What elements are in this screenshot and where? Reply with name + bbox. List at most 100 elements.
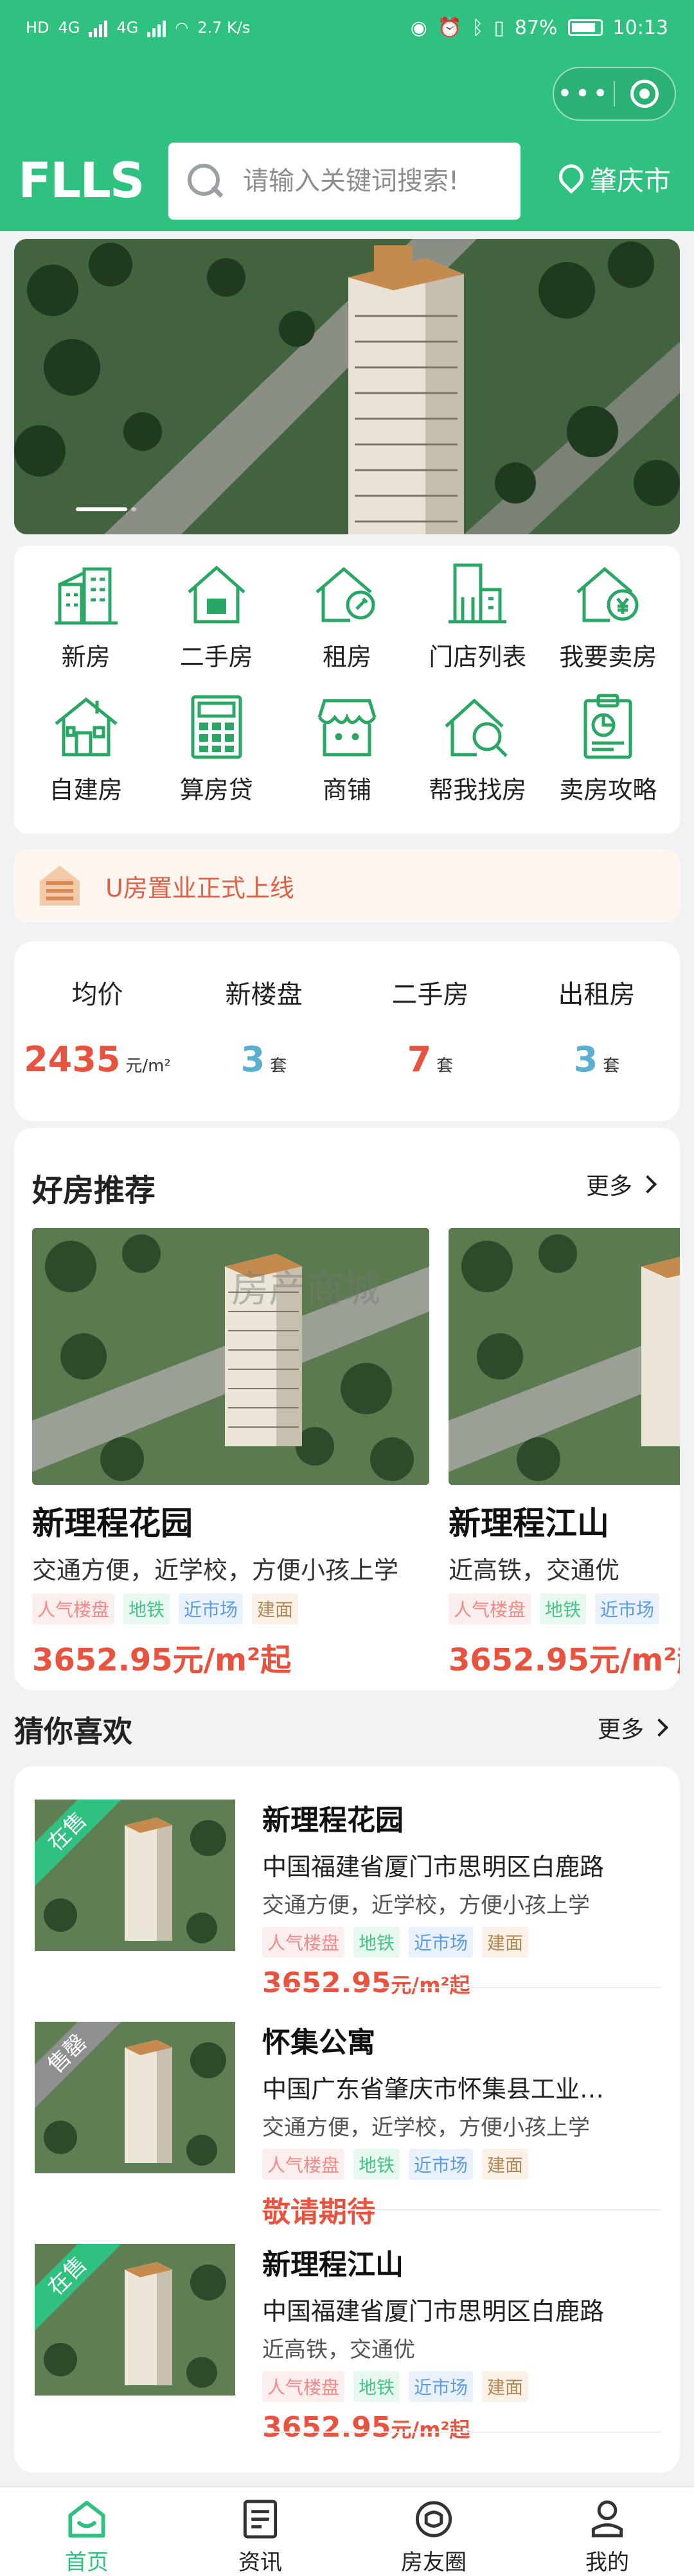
property-name: 新理程江山 — [262, 2248, 404, 2281]
stat-rentals[interactable]: 出租房 3套 — [513, 974, 680, 1121]
property-tags: 人气楼盘 地铁 近市场 建面 — [262, 2371, 661, 2402]
category-calculator[interactable]: 算房贷 — [151, 692, 281, 825]
tag: 近市场 — [409, 2149, 474, 2180]
shop-icon — [312, 692, 382, 762]
stat-average-price[interactable]: 均价 2435 元/m² — [14, 974, 181, 1121]
category-find-house[interactable]: 帮我找房 — [413, 692, 543, 825]
banner-image — [14, 239, 680, 534]
tag: 建面 — [482, 1927, 529, 1958]
city-name: 肇庆市 — [589, 165, 671, 197]
stat-label: 出租房 — [558, 980, 636, 1010]
tag: 地铁 — [353, 2149, 400, 2180]
tag: 近市场 — [409, 2371, 474, 2402]
more-label: 更多 — [585, 1173, 632, 1200]
list-item[interactable]: 在售 新理程花园 中国福建省厦门市思明区白鹿路 交通方便，近学校，方便小孩上学 … — [14, 1766, 680, 1999]
category-shop[interactable]: 商铺 — [281, 692, 412, 825]
category-rent[interactable]: 租房 — [281, 559, 412, 692]
property-address: 中国广东省肇庆市怀集县工业… — [262, 2075, 605, 2103]
battery-percent: 87% — [514, 16, 558, 39]
list-item[interactable]: 在售 新理程江山 中国福建省厦门市思明区白鹿路 近高铁，交通优 人气楼盘 地铁 … — [14, 2211, 680, 2444]
property-tags: 人气楼盘 地铁 近市场 建面 — [32, 1593, 429, 1624]
stat-unit: 套 — [436, 1056, 454, 1076]
recommend-card[interactable]: 新理程江山 近高铁，交通优 人气楼盘 地铁 近市场 3652.95元/m²起 — [449, 1228, 680, 1679]
sell-house-icon — [573, 559, 643, 629]
notice-text: U房置业正式上线 — [105, 873, 294, 902]
guess-more-link[interactable]: 更多 — [598, 1711, 669, 1744]
miniprogram-capsule: ••• — [553, 67, 676, 121]
property-desc: 近高铁，交通优 — [262, 2337, 415, 2363]
tag: 近市场 — [595, 1593, 660, 1624]
guide-icon — [573, 692, 643, 762]
tag: 地铁 — [540, 1593, 587, 1624]
property-name: 新理程江山 — [449, 1505, 609, 1542]
find-house-icon — [442, 692, 513, 762]
recommend-more-link[interactable]: 更多 — [585, 1168, 657, 1201]
search-input[interactable] — [242, 166, 486, 197]
guess-list: 在售 新理程花园 中国福建省厦门市思明区白鹿路 交通方便，近学校，方便小孩上学 … — [14, 1766, 680, 2473]
property-name: 怀集公寓 — [262, 2026, 375, 2059]
community-icon — [415, 2501, 452, 2537]
profile-icon — [591, 2500, 623, 2537]
property-name: 新理程花园 — [32, 1505, 193, 1542]
status-bar: HD 4G 4G ◠ 2.7 K/s ◉ ⏰ ᛒ ▯ 87% 10:13 — [0, 0, 694, 55]
tag: 建面 — [482, 2149, 529, 2180]
tab-label: 首页 — [65, 2550, 109, 2575]
category-self-built[interactable]: 自建房 — [21, 692, 151, 825]
chevron-right-icon — [638, 1175, 657, 1194]
network-indicator-2: 4G — [116, 19, 139, 37]
stat-label: 二手房 — [391, 980, 469, 1010]
property-desc: 交通方便，近学校，方便小孩上学 — [262, 2115, 590, 2141]
category-store-list[interactable]: 门店列表 — [413, 559, 543, 692]
notice-bar[interactable]: U房置业正式上线 — [14, 849, 680, 922]
banner-carousel[interactable] — [14, 239, 680, 534]
price-unit: 元/m²起 — [391, 2417, 470, 2442]
tag: 近市场 — [179, 1593, 244, 1624]
stat-new-listings[interactable]: 新楼盘 3套 — [181, 974, 347, 1121]
calculator-icon — [181, 692, 252, 762]
property-name: 新理程花园 — [262, 1804, 404, 1837]
close-miniprogram-button[interactable] — [615, 80, 675, 108]
stats-panel: 均价 2435 元/m² 新楼盘 3套 二手房 7套 出租房 3套 — [14, 942, 680, 1121]
property-price: 3652.95元/m²起 — [32, 1642, 292, 1678]
app-logo: FLLS — [18, 152, 145, 209]
search-box[interactable] — [168, 143, 520, 220]
self-built-house-icon — [51, 692, 121, 762]
property-desc: 交通方便，近学校，方便小孩上学 — [32, 1556, 399, 1584]
tag: 地铁 — [353, 1927, 400, 1958]
tag: 人气楼盘 — [262, 1927, 345, 1958]
category-second-hand[interactable]: 二手房 — [151, 559, 281, 692]
new-house-icon — [51, 559, 121, 629]
stat-label: 均价 — [71, 980, 123, 1010]
tab-home[interactable]: 首页 — [0, 2487, 174, 2576]
tab-community[interactable]: 房友圈 — [347, 2487, 520, 2576]
clock: 10:13 — [612, 16, 668, 39]
stat-unit: 元/m² — [125, 1056, 171, 1076]
search-icon — [185, 161, 225, 201]
vibrate-icon: ▯ — [494, 16, 504, 39]
tab-profile[interactable]: 我的 — [520, 2487, 694, 2576]
category-label: 租房 — [322, 643, 371, 671]
tab-label: 我的 — [585, 2550, 629, 2575]
property-tags: 人气楼盘 地铁 近市场 建面 — [262, 2149, 661, 2180]
property-tags: 人气楼盘 地铁 近市场 建面 — [262, 1927, 661, 1958]
stat-value: 3 — [573, 1039, 598, 1080]
list-item[interactable]: 售罄 怀集公寓 中国广东省肇庆市怀集县工业… 交通方便，近学校，方便小孩上学 人… — [14, 1988, 680, 2229]
network-indicator-1: 4G — [58, 19, 80, 37]
section-title: 猜你喜欢 — [14, 1714, 132, 1749]
chevron-right-icon — [650, 1718, 669, 1737]
tag: 建面 — [252, 1593, 299, 1624]
signal-icon-2 — [147, 18, 166, 37]
category-new-house[interactable]: 新房 — [21, 559, 151, 692]
category-label: 商铺 — [322, 776, 371, 804]
alarm-icon: ⏰ — [437, 16, 462, 39]
category-label: 新房 — [61, 643, 111, 671]
more-options-button[interactable]: ••• — [554, 81, 614, 107]
category-guide[interactable]: 卖房攻略 — [543, 692, 673, 825]
hd-indicator: HD — [26, 19, 49, 37]
category-sell-house[interactable]: 我要卖房 — [543, 559, 673, 692]
city-selector[interactable]: 肇庆市 — [558, 159, 671, 198]
tab-news[interactable]: 资讯 — [174, 2487, 347, 2576]
property-image — [449, 1228, 680, 1485]
tag: 人气楼盘 — [449, 1593, 531, 1624]
stat-second-hand[interactable]: 二手房 7套 — [347, 974, 513, 1121]
